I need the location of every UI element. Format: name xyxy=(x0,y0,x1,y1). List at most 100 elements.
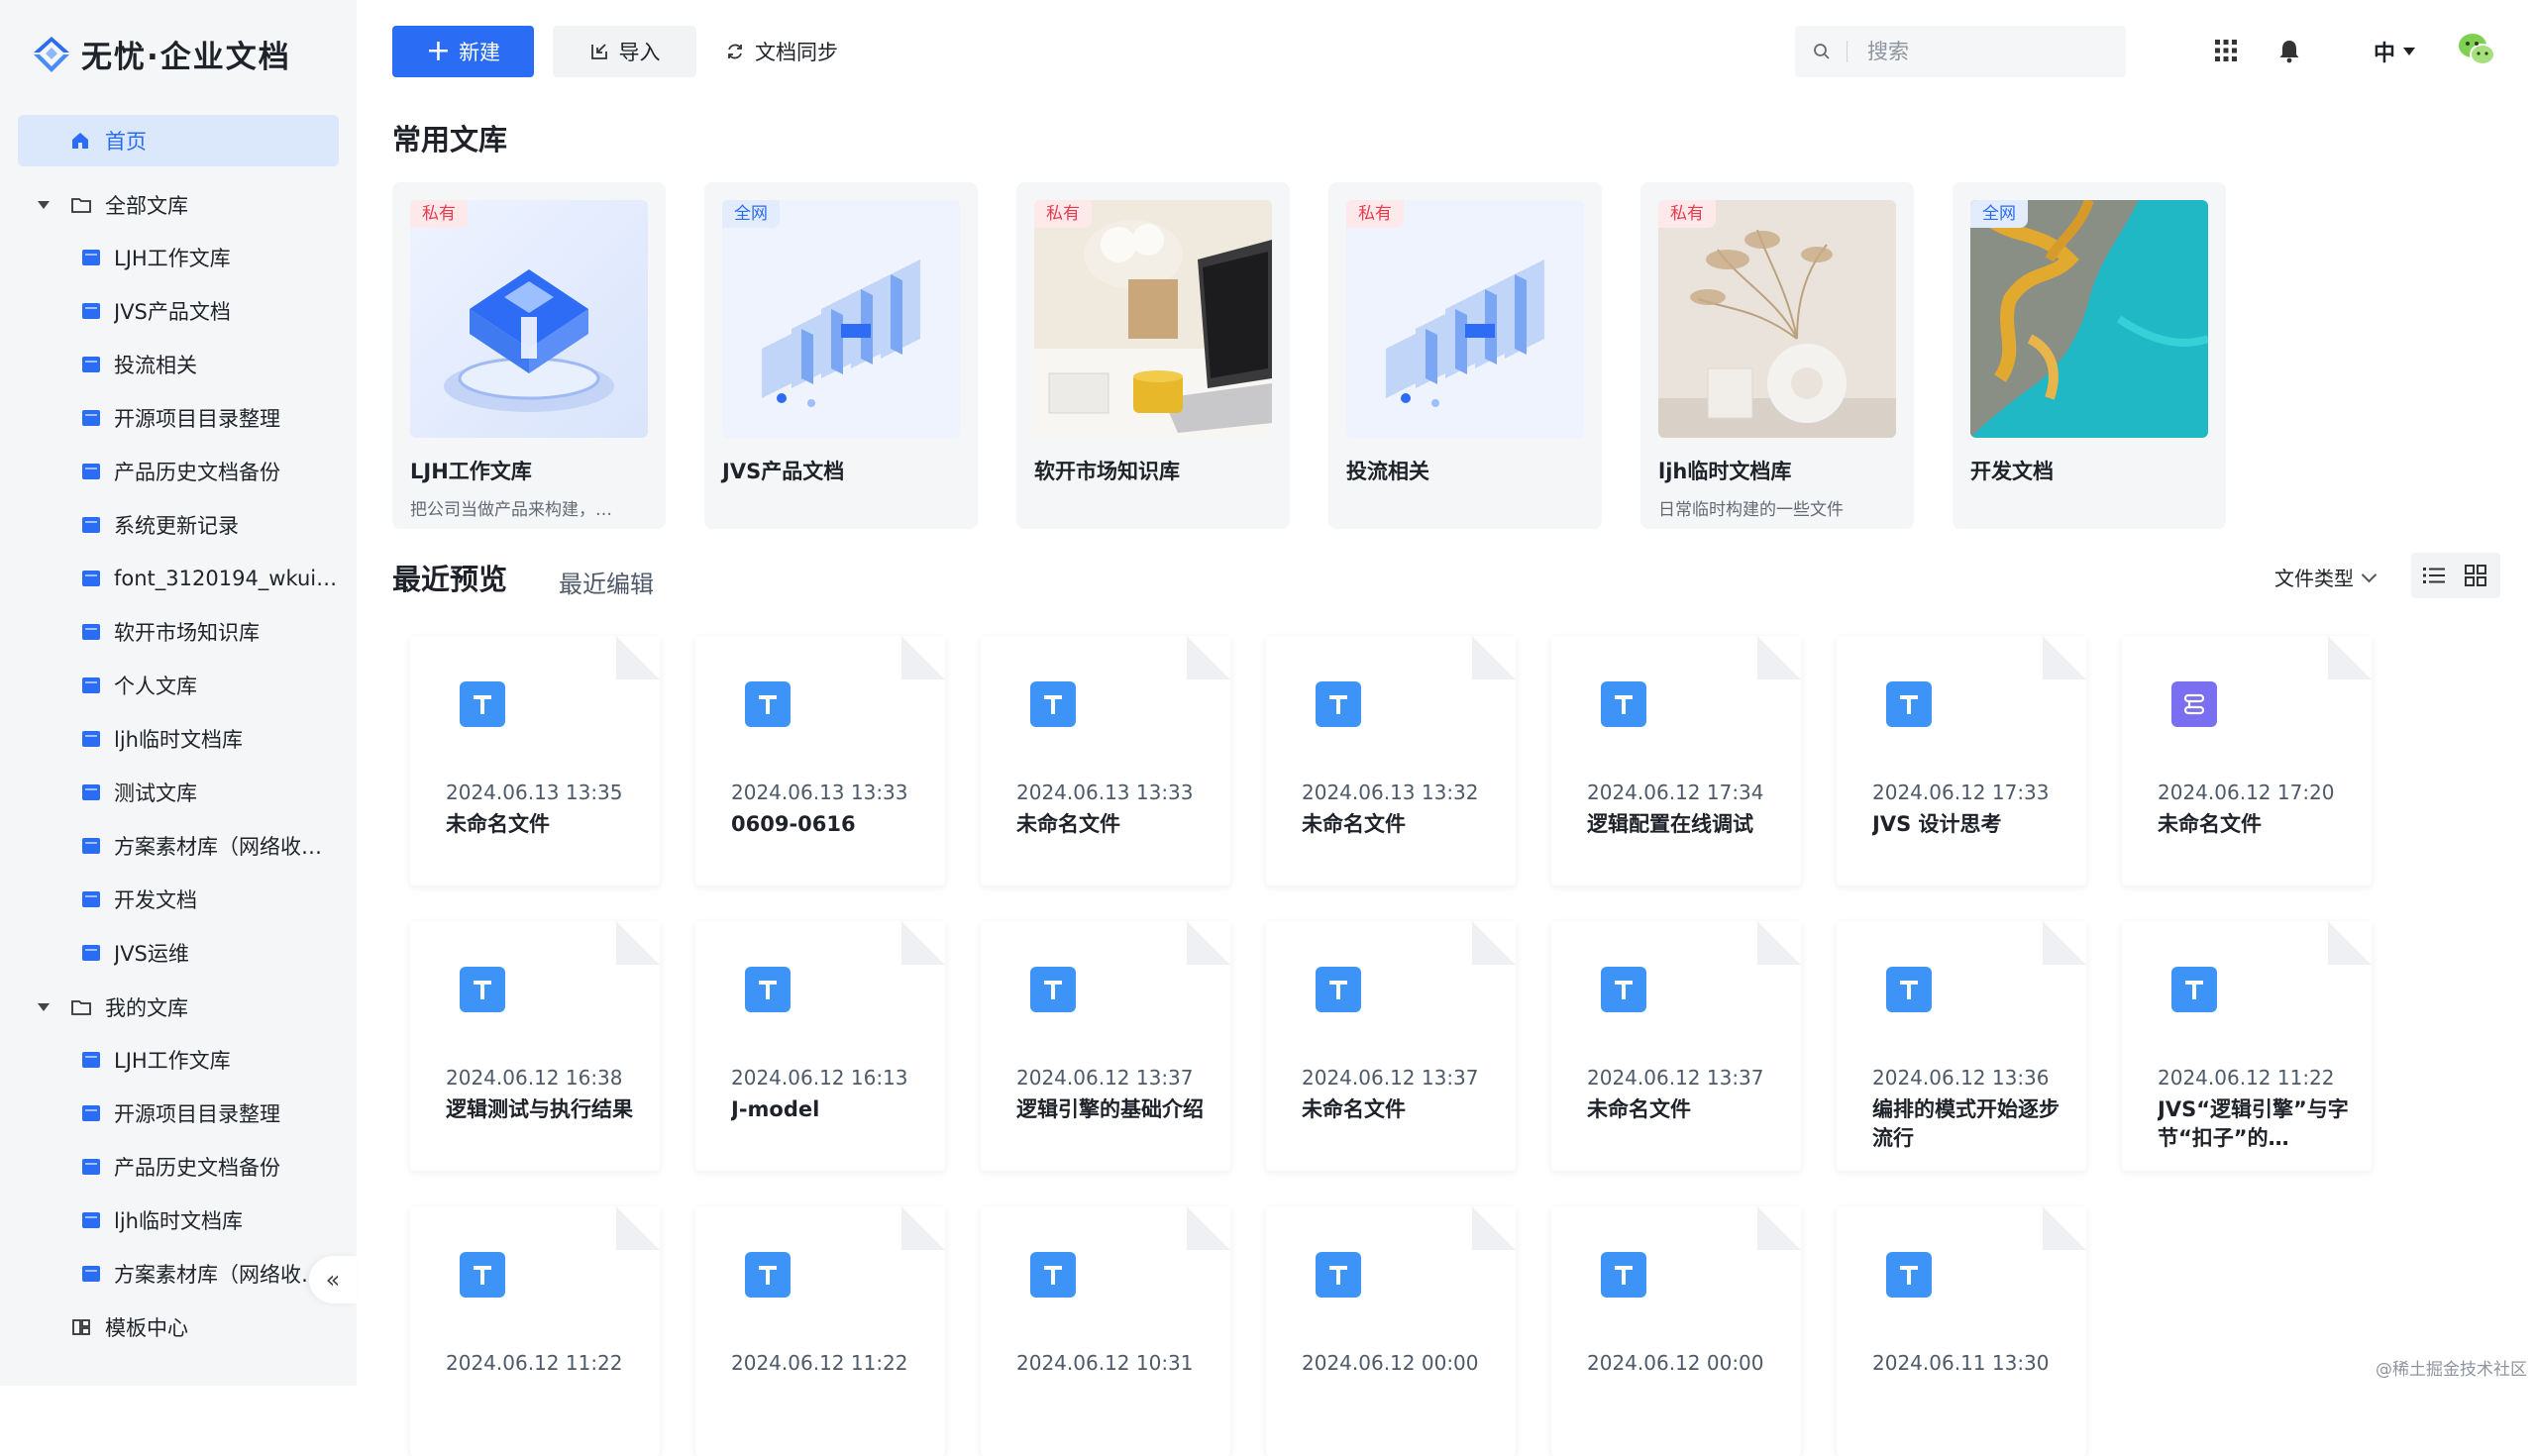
document-card[interactable]: 2024.06.12 00:00 xyxy=(1551,1206,1801,1456)
library-card[interactable]: 全网 JVS产品文档 xyxy=(704,182,978,529)
sidebar-item-library[interactable]: LJH工作文库 xyxy=(0,238,357,277)
document-date: 2024.06.11 13:30 xyxy=(1872,1351,2050,1375)
document-name: JVS“逻辑引擎”与字节“扣子”的… xyxy=(2158,1097,2349,1150)
bell-icon[interactable] xyxy=(2276,38,2302,63)
sidebar-item-library[interactable]: 个人文库 xyxy=(0,666,357,705)
visibility-badge: 私有 xyxy=(410,200,468,228)
double-chevron-left-icon: « xyxy=(325,1266,341,1294)
document-date: 2024.06.12 13:37 xyxy=(1302,1066,1479,1090)
document-card[interactable]: 2024.06.11 13:30 xyxy=(1837,1206,2086,1456)
sidebar-item-library[interactable]: 投流相关 xyxy=(0,345,357,384)
sidebar-group-my-libraries[interactable]: 我的文库 xyxy=(0,988,357,1027)
grid-view-icon[interactable] xyxy=(2465,565,2486,586)
book-icon xyxy=(82,571,100,586)
tab-recent-preview[interactable]: 最近预览 xyxy=(392,557,507,598)
document-name: 未命名文件 xyxy=(446,812,550,836)
document-name: JVS 设计思考 xyxy=(1872,812,2002,836)
book-icon xyxy=(82,945,100,961)
sidebar-item-library[interactable]: 开源项目目录整理 xyxy=(0,398,357,438)
document-card[interactable]: 2024.06.12 17:34 逻辑配置在线调试 xyxy=(1551,636,1801,885)
sidebar-item-library[interactable]: 系统更新记录 xyxy=(0,505,357,545)
page-fold-corner xyxy=(1187,1206,1230,1250)
document-card[interactable]: 2024.06.13 13:35 未命名文件 xyxy=(410,636,660,885)
sidebar-item-library[interactable]: 方案素材库（网络收… xyxy=(0,826,357,866)
library-card[interactable]: 私有 ljh临时文档库 日常临时构建的一些文件 xyxy=(1640,182,1914,529)
search-box[interactable] xyxy=(1795,26,2126,77)
sidebar-item-label: 软开市场知识库 xyxy=(114,621,260,645)
document-card[interactable]: 2024.06.12 00:00 xyxy=(1266,1206,1516,1456)
collapse-sidebar-button[interactable]: « xyxy=(309,1256,357,1303)
library-card[interactable]: 私有 投流相关 xyxy=(1328,182,1602,529)
book-icon xyxy=(82,784,100,800)
page-fold-corner xyxy=(2043,636,2086,679)
logo-icon xyxy=(34,36,69,72)
sidebar-item-library[interactable]: font_3120194_wkuip… xyxy=(0,559,357,598)
document-card[interactable]: 2024.06.12 13:36 编排的模式开始逐步流行 xyxy=(1837,921,2086,1171)
folder-icon xyxy=(71,198,91,213)
document-card[interactable]: 2024.06.13 13:33 未命名文件 xyxy=(981,636,1230,885)
document-card[interactable]: 2024.06.12 16:38 逻辑测试与执行结果 xyxy=(410,921,660,1171)
caret-down-icon[interactable] xyxy=(38,201,50,209)
document-card[interactable]: 2024.06.12 16:13 J-model xyxy=(695,921,945,1171)
file-type-filter[interactable]: 文件类型 xyxy=(2274,563,2377,591)
text-doc-icon xyxy=(1030,681,1076,727)
sidebar-item-label: 个人文库 xyxy=(114,675,197,698)
sidebar-item-library[interactable]: 开发文档 xyxy=(0,880,357,919)
import-button[interactable]: 导入 xyxy=(553,26,696,77)
document-card[interactable]: 2024.06.12 13:37 未命名文件 xyxy=(1266,921,1516,1171)
sidebar-item-library[interactable]: JVS产品文档 xyxy=(0,291,357,331)
import-icon xyxy=(590,44,607,59)
sidebar-item-library[interactable]: 产品历史文档备份 xyxy=(0,1147,357,1187)
sidebar: 无忧·企业文档 首页 全部文库 LJH工作文库 JVS产品文档投流相关开源项目目录… xyxy=(0,0,357,1386)
sidebar-item-library[interactable]: ljh临时文档库 xyxy=(0,719,357,759)
sidebar-group-label: 我的文库 xyxy=(105,996,188,1020)
sidebar-group-all-libraries[interactable]: 全部文库 xyxy=(0,185,357,225)
app-logo[interactable]: 无忧·企业文档 xyxy=(30,32,291,76)
new-button[interactable]: + 新建 xyxy=(392,26,534,77)
document-date: 2024.06.12 13:36 xyxy=(1872,1066,2050,1090)
user-avatar[interactable] xyxy=(2455,28,2498,71)
sidebar-item-label: ljh临时文档库 xyxy=(114,728,243,752)
sidebar-item-library[interactable]: LJH工作文库 xyxy=(0,1040,357,1080)
book-icon xyxy=(82,303,100,319)
sidebar-item-library[interactable]: 方案素材库（网络收… xyxy=(0,1254,357,1294)
document-card[interactable]: 2024.06.12 11:22 JVS“逻辑引擎”与字节“扣子”的… xyxy=(2122,921,2372,1171)
document-card[interactable]: 2024.06.12 10:31 xyxy=(981,1206,1230,1456)
library-name: 开发文档 xyxy=(1970,460,2054,483)
sidebar-item-library[interactable]: 软开市场知识库 xyxy=(0,612,357,652)
document-card[interactable]: 2024.06.12 17:33 JVS 设计思考 xyxy=(1837,636,2086,885)
document-card[interactable]: 2024.06.12 17:20 未命名文件 xyxy=(2122,636,2372,885)
library-description: 日常临时构建的一些文件 xyxy=(1658,500,1844,520)
sidebar-item-label: 测试文库 xyxy=(114,781,197,805)
library-card[interactable]: 私有 软开市场知识库 xyxy=(1016,182,1290,529)
book-icon xyxy=(82,1212,100,1228)
list-view-icon[interactable] xyxy=(2423,566,2445,585)
sidebar-item-library[interactable]: 测试文库 xyxy=(0,773,357,812)
document-card[interactable]: 2024.06.12 11:22 xyxy=(410,1206,660,1456)
document-card[interactable]: 2024.06.12 13:37 逻辑引擎的基础介绍 xyxy=(981,921,1230,1171)
search-input[interactable] xyxy=(1865,39,2087,64)
caret-down-icon[interactable] xyxy=(38,1003,50,1011)
document-card[interactable]: 2024.06.12 11:22 xyxy=(695,1206,945,1456)
sidebar-item-library[interactable]: 开源项目目录整理 xyxy=(0,1093,357,1133)
sidebar-item-library[interactable]: 产品历史文档备份 xyxy=(0,452,357,491)
document-card[interactable]: 2024.06.12 13:37 未命名文件 xyxy=(1551,921,1801,1171)
document-card[interactable]: 2024.06.13 13:33 0609-0616 xyxy=(695,636,945,885)
sidebar-item-label: font_3120194_wkuip… xyxy=(114,567,340,590)
language-switcher[interactable]: 中 xyxy=(2374,36,2416,67)
sidebar-item-template-center[interactable]: 模板中心 xyxy=(0,1307,357,1347)
page-fold-corner xyxy=(616,636,660,679)
book-icon xyxy=(82,1266,100,1282)
document-card[interactable]: 2024.06.13 13:32 未命名文件 xyxy=(1266,636,1516,885)
document-date: 2024.06.12 11:22 xyxy=(446,1351,623,1375)
sidebar-item-label: LJH工作文库 xyxy=(114,1049,231,1073)
sidebar-item-home[interactable]: 首页 xyxy=(18,115,339,166)
library-card[interactable]: 全网 开发文档 xyxy=(1953,182,2226,529)
sidebar-item-library[interactable]: ljh临时文档库 xyxy=(0,1200,357,1240)
tab-recent-edit[interactable]: 最近编辑 xyxy=(559,565,654,599)
library-card[interactable]: 私有 LJH工作文库 把公司当做产品来构建，… xyxy=(392,182,666,529)
apps-grid-icon[interactable] xyxy=(2213,38,2239,63)
sync-button[interactable]: 文档同步 xyxy=(725,26,838,77)
sidebar-item-label: JVS产品文档 xyxy=(114,300,231,324)
sidebar-item-library[interactable]: JVS运维 xyxy=(0,933,357,973)
